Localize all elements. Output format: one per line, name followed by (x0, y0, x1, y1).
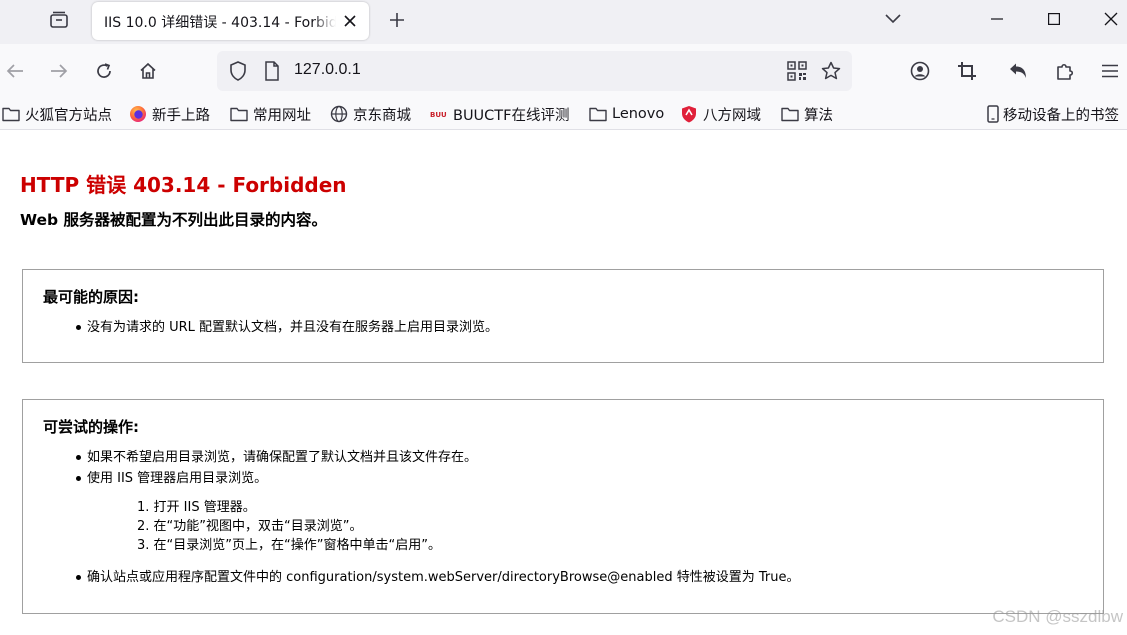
tab-title: IIS 10.0 详细错误 - 403.14 - Forbidden (104, 12, 336, 32)
reload-button[interactable] (89, 56, 119, 86)
step-item: 3. 在“目录浏览”页上，在“操作”窗格中单击“启用”。 (137, 538, 441, 553)
bookmark-label: 火狐官方站点 (25, 107, 112, 124)
home-button[interactable] (133, 56, 163, 86)
puzzle-icon (1057, 63, 1074, 80)
bookmark-label: 八方网域 (703, 107, 761, 124)
list-item: 使用 IIS 管理器启用目录浏览。 (75, 469, 477, 490)
watermark: CSDN @sszdlbw (992, 607, 1123, 626)
hamburger-menu-icon (1102, 64, 1118, 78)
causes-list: 没有为请求的 URL 配置默认文档，并且没有在服务器上启用目录浏览。 (75, 318, 498, 339)
new-tab-button[interactable] (383, 6, 411, 34)
step-item: 1. 打开 IIS 管理器。 (137, 500, 256, 515)
url-text[interactable]: 127.0.0.1 (294, 61, 361, 79)
menu-button[interactable] (1095, 56, 1125, 86)
maximize-icon (1048, 13, 1060, 25)
qr-code-icon[interactable] (786, 60, 808, 82)
folder-icon (2, 105, 20, 123)
extensions-button[interactable] (1050, 56, 1080, 86)
bookmark-star-icon[interactable] (820, 60, 842, 82)
url-bar[interactable]: 127.0.0.1 (217, 51, 852, 91)
step-item: 2. 在“功能”视图中，双击“目录浏览”。 (137, 519, 363, 534)
undo-button[interactable] (1003, 56, 1033, 86)
buuctf-icon: BUU (430, 105, 448, 123)
list-item: 确认站点或应用程序配置文件中的 configuration/system.web… (75, 568, 799, 589)
actions-list: 如果不希望启用目录浏览，请确保配置了默认文档并且该文件存在。 使用 IIS 管理… (75, 448, 477, 490)
forward-button[interactable] (44, 56, 74, 86)
bookmark-buuctf[interactable]: BUU BUUCTF在线评测 (430, 102, 570, 126)
browser-window: IIS 10.0 详细错误 - 403.14 - Forbidden (0, 0, 1127, 635)
steps-list: 1. 打开 IIS 管理器。 2. 在“功能”视图中，双击“目录浏览”。 3. … (137, 498, 441, 555)
globe-icon (330, 105, 348, 123)
reload-icon (97, 63, 111, 78)
svg-text:BUU: BUU (430, 111, 447, 119)
bookmark-folder-algorithms[interactable]: 算法 (781, 102, 833, 126)
bookmarks-toolbar: 火狐官方站点 新手上路 常用网址 京东商城 BUU BUUCTF在线评测 Len… (0, 98, 1127, 130)
bookmark-label: Lenovo (612, 106, 665, 122)
folder-icon (230, 105, 248, 123)
back-button[interactable] (0, 56, 30, 86)
arrow-left-icon (6, 64, 23, 78)
bookmark-jd-mall[interactable]: 京东商城 (330, 102, 411, 126)
maximize-button[interactable] (1031, 0, 1077, 38)
page-content: HTTP 错误 403.14 - Forbidden Web 服务器被配置为不列… (0, 131, 1127, 635)
folder-icon (781, 105, 799, 123)
bookmark-label: 新手上路 (152, 107, 210, 124)
plus-icon (390, 13, 404, 27)
account-button[interactable] (905, 56, 935, 86)
window-close-button[interactable] (1088, 0, 1127, 38)
minimize-icon (991, 18, 1003, 20)
page-icon[interactable] (261, 60, 283, 82)
likely-causes-box: 最可能的原因: 没有为请求的 URL 配置默认文档，并且没有在服务器上启用目录浏… (22, 269, 1104, 363)
close-icon (344, 15, 356, 27)
crop-icon (958, 62, 976, 80)
tab-strip: IIS 10.0 详细错误 - 403.14 - Forbidden (0, 0, 1127, 44)
bookmark-folder-common-sites[interactable]: 常用网址 (230, 102, 311, 126)
bookmark-mobile-bookmarks[interactable]: 移动设备上的书签 (986, 102, 1119, 126)
actions-heading: 可尝试的操作: (43, 418, 139, 436)
bookmark-label: 常用网址 (253, 107, 311, 124)
causes-heading: 最可能的原因: (43, 288, 139, 306)
active-tab[interactable]: IIS 10.0 详细错误 - 403.14 - Forbidden (92, 2, 369, 40)
error-title: HTTP 错误 403.14 - Forbidden (20, 173, 347, 197)
list-item: 如果不希望启用目录浏览，请确保配置了默认文档并且该文件存在。 (75, 448, 477, 469)
close-icon (1104, 12, 1118, 26)
tab-list-button[interactable] (44, 6, 74, 34)
bookmark-bafang[interactable]: 八方网域 (680, 102, 761, 126)
undo-arrow-icon (1010, 63, 1026, 78)
folder-icon (589, 105, 607, 123)
bookmark-folder-lenovo[interactable]: Lenovo (589, 102, 664, 126)
arrow-right-icon (51, 64, 68, 78)
bookmark-getting-started[interactable]: 新手上路 (129, 102, 210, 126)
chevron-down-icon (885, 14, 901, 24)
bookmark-label: 算法 (804, 107, 833, 124)
shield-icon[interactable] (227, 60, 249, 82)
firefox-icon (129, 105, 147, 123)
bookmark-label: BUUCTF在线评测 (453, 107, 570, 124)
minimize-button[interactable] (974, 0, 1020, 38)
things-to-try-box: 可尝试的操作: 如果不希望启用目录浏览，请确保配置了默认文档并且该文件存在。 使… (22, 399, 1104, 614)
bookmark-folder-firefox-official[interactable]: 火狐官方站点 (2, 102, 112, 126)
error-subtitle: Web 服务器被配置为不列出此目录的内容。 (20, 211, 328, 229)
shield-icon (680, 105, 698, 123)
bookmark-label: 移动设备上的书签 (1003, 107, 1119, 124)
tab-overflow-button[interactable] (870, 0, 916, 38)
tab-list-icon (50, 11, 68, 28)
bookmark-label: 京东商城 (353, 107, 411, 124)
home-icon (140, 62, 156, 79)
navigation-toolbar: 127.0.0.1 (0, 44, 1127, 98)
mobile-device-icon (986, 105, 1000, 123)
list-item: 没有为请求的 URL 配置默认文档，并且没有在服务器上启用目录浏览。 (75, 318, 498, 339)
screenshot-button[interactable] (952, 56, 982, 86)
account-icon (910, 61, 930, 81)
tab-close-button[interactable] (340, 11, 360, 31)
final-action-list: 确认站点或应用程序配置文件中的 configuration/system.web… (75, 568, 799, 589)
